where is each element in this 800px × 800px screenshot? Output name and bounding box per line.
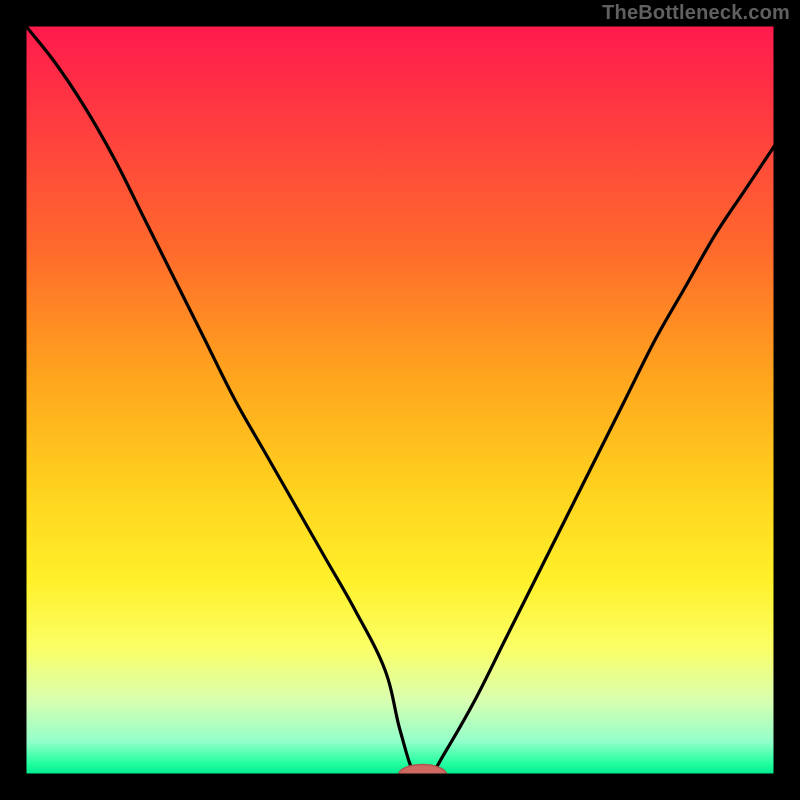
plot-background	[25, 25, 775, 775]
bottleneck-chart	[0, 0, 800, 800]
watermark-text: TheBottleneck.com	[602, 2, 790, 25]
chart-stage: TheBottleneck.com	[0, 0, 800, 800]
